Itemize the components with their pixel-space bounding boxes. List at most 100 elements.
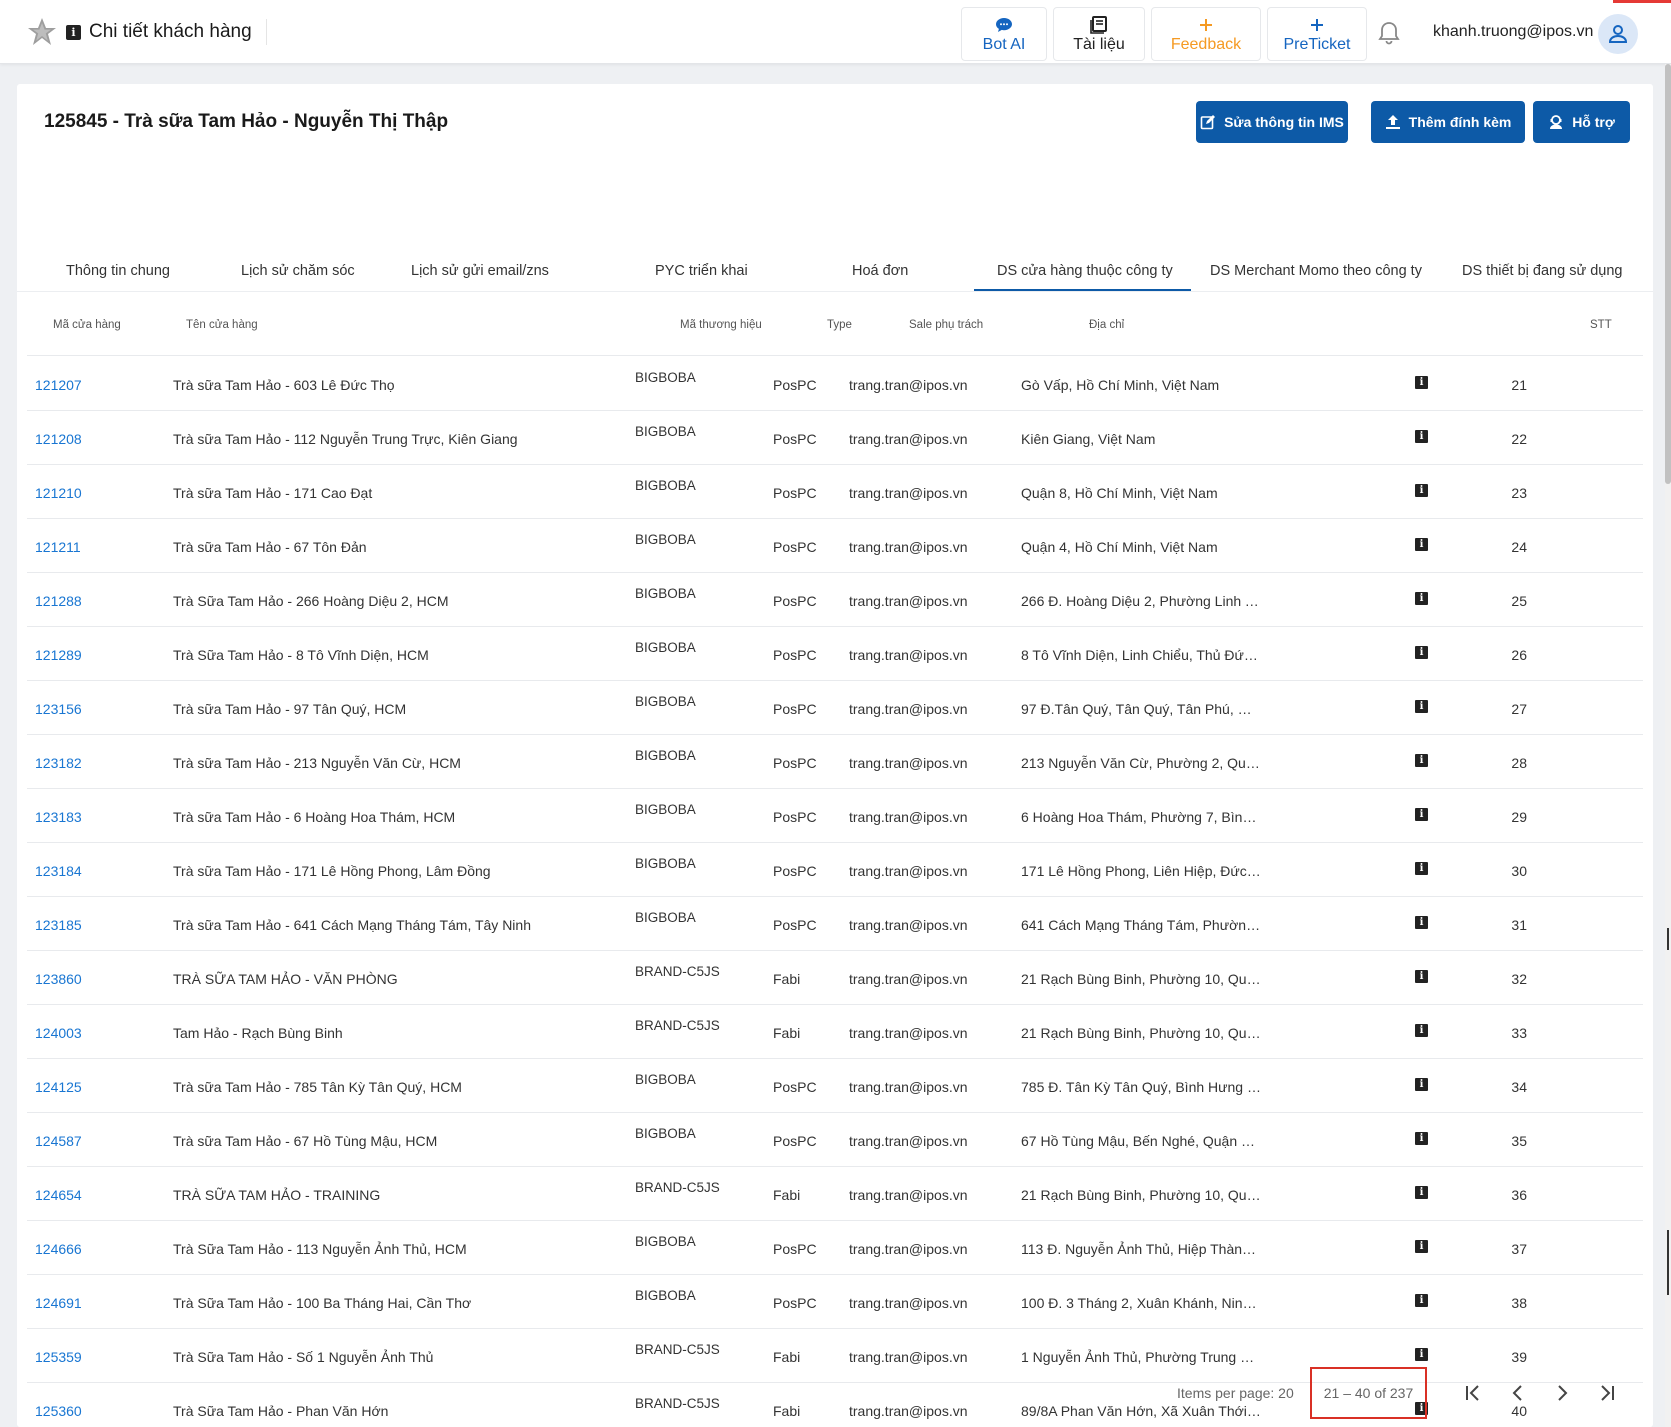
store-type: PosPC <box>773 593 817 609</box>
top-accent-bar <box>1613 0 1671 3</box>
info-icon[interactable]: i <box>1415 484 1428 497</box>
table-row[interactable]: 121289 Trà Sữa Tam Hảo - 8 Tô Vĩnh Diện, … <box>27 627 1643 681</box>
first-page-button[interactable] <box>1460 1380 1486 1406</box>
table-row[interactable]: 121211 Trà sữa Tam Hảo - 67 Tôn Đản BIGBOB… <box>27 519 1643 573</box>
store-code-link[interactable]: 121210 <box>35 485 82 501</box>
table-row[interactable]: 123184 Trà sữa Tam Hảo - 171 Lê Hồng Phon… <box>27 843 1643 897</box>
tab-general-info[interactable]: Thông tin chung <box>66 263 170 279</box>
logo-star-icon[interactable] <box>26 16 58 48</box>
tab-care-history[interactable]: Lịch sử chăm sóc <box>241 263 355 279</box>
table-row[interactable]: 123183 Trà sữa Tam Hảo - 6 Hoàng Hoa Thám… <box>27 789 1643 843</box>
table-row[interactable]: 121208 Trà sữa Tam Hảo - 112 Nguyễn Trung… <box>27 411 1643 465</box>
bot-ai-button[interactable]: Bot AI <box>961 7 1047 61</box>
info-icon[interactable]: i <box>1415 1024 1428 1037</box>
info-icon[interactable]: i <box>1415 916 1428 929</box>
store-name: Trà Sữa Tam Hảo - 8 Tô Vĩnh Diện, HCM <box>173 647 429 663</box>
store-code-link[interactable]: 123183 <box>35 809 82 825</box>
info-icon[interactable]: i <box>1415 700 1428 713</box>
col-brand-code[interactable]: Mã thương hiệu <box>680 319 762 331</box>
table-row[interactable]: 124125 Trà sữa Tam Hảo - 785 Tân Kỳ Tân Q… <box>27 1059 1643 1113</box>
user-email[interactable]: khanh.truong@ipos.vn <box>1433 23 1593 41</box>
edit-ims-button[interactable]: Sửa thông tin IMS <box>1196 101 1348 143</box>
info-icon[interactable]: i <box>1415 376 1428 389</box>
store-code-link[interactable]: 124654 <box>35 1187 82 1203</box>
table-row[interactable]: 123185 Trà sữa Tam Hảo - 641 Cách Mạng Th… <box>27 897 1643 951</box>
tab-pyc-deployment[interactable]: PYC triển khai <box>655 263 748 279</box>
next-page-button[interactable] <box>1549 1380 1575 1406</box>
table-row[interactable]: 124654 TRÀ SỮA TAM HẢO - TRAINING BRAND-C5… <box>27 1167 1643 1221</box>
info-icon[interactable]: i <box>1415 592 1428 605</box>
tab-email-history[interactable]: Lịch sử gửi email/zns <box>411 263 549 279</box>
info-icon[interactable]: i <box>1415 1078 1428 1091</box>
table-row[interactable]: 121207 Trà sữa Tam Hảo - 603 Lê Đức Thọ BI… <box>27 357 1643 411</box>
col-type[interactable]: Type <box>827 319 852 331</box>
bell-icon[interactable] <box>1376 20 1402 46</box>
brand-code: BIGBOBA <box>635 1288 696 1303</box>
prev-page-button[interactable] <box>1505 1380 1531 1406</box>
support-button[interactable]: Hỗ trợ <box>1533 101 1630 143</box>
info-icon[interactable]: i <box>1415 862 1428 875</box>
store-code-link[interactable]: 121211 <box>35 539 81 555</box>
store-code-link[interactable]: 123182 <box>35 755 82 771</box>
store-code-link[interactable]: 124003 <box>35 1025 82 1041</box>
info-icon[interactable]: i <box>1415 1132 1428 1145</box>
store-code-link[interactable]: 121288 <box>35 593 82 609</box>
table-row[interactable]: 121210 Trà sữa Tam Hảo - 171 Cao Đạt BIGBO… <box>27 465 1643 519</box>
scrollbar-thumb[interactable] <box>1665 64 1671 484</box>
col-stt[interactable]: STT <box>1590 319 1612 331</box>
avatar[interactable] <box>1598 14 1638 54</box>
table-row[interactable]: 123156 Trà sữa Tam Hảo - 97 Tân Quý, HCM B… <box>27 681 1643 735</box>
store-code-link[interactable]: 123860 <box>35 971 82 987</box>
info-icon[interactable]: i <box>1415 1294 1428 1307</box>
feedback-button[interactable]: Feedback <box>1151 7 1261 61</box>
info-icon[interactable]: i <box>1415 1186 1428 1199</box>
col-store-name[interactable]: Tên cửa hàng <box>186 319 258 331</box>
store-code-link[interactable]: 123185 <box>35 917 82 933</box>
tab-momo-merchants[interactable]: DS Merchant Momo theo công ty <box>1210 263 1422 279</box>
tab-devices[interactable]: DS thiết bị đang sử dụng <box>1462 263 1622 279</box>
col-store-code[interactable]: Mã cửa hàng <box>53 319 121 331</box>
preticket-label: PreTicket <box>1283 36 1351 53</box>
tab-company-stores[interactable]: DS cửa hàng thuộc công ty <box>997 263 1173 279</box>
sale-email: trang.tran@ipos.vn <box>849 593 968 609</box>
store-code-link[interactable]: 123184 <box>35 863 82 879</box>
store-code-link[interactable]: 121207 <box>35 377 82 393</box>
store-name: TRÀ SỮA TAM HẢO - VĂN PHÒNG <box>173 971 398 987</box>
col-address[interactable]: Địa chỉ <box>1089 319 1124 331</box>
info-icon[interactable]: i <box>1415 754 1428 767</box>
table-row[interactable]: 124587 Trà sữa Tam Hảo - 67 Hồ Tùng Mậu, … <box>27 1113 1643 1167</box>
info-icon[interactable]: i <box>1415 1348 1428 1361</box>
info-icon[interactable]: i <box>1415 646 1428 659</box>
store-address: 100 Đ. 3 Tháng 2, Xuân Khánh, Ninh Ki... <box>1021 1295 1261 1311</box>
table-row[interactable]: 123182 Trà sữa Tam Hảo - 213 Nguyễn Văn C… <box>27 735 1643 789</box>
col-sale[interactable]: Sale phụ trách <box>909 319 983 331</box>
store-code-link[interactable]: 124666 <box>35 1241 82 1257</box>
chevron-left-icon <box>1512 1385 1522 1401</box>
tab-invoices[interactable]: Hoá đơn <box>852 263 908 279</box>
table-row[interactable]: 124691 Trà Sữa Tam Hảo - 100 Ba Tháng Hai… <box>27 1275 1643 1329</box>
store-code-link[interactable]: 123156 <box>35 701 82 717</box>
store-code-link[interactable]: 124691 <box>35 1295 82 1311</box>
table-row[interactable]: 124003 Tam Hảo - Rạch Bùng Binh BRAND-C5JS… <box>27 1005 1643 1059</box>
store-address: 6 Hoàng Hoa Thám, Phường 7, Bình Th... <box>1021 809 1261 825</box>
store-code-link[interactable]: 121289 <box>35 647 82 663</box>
info-icon[interactable]: i <box>1415 430 1428 443</box>
info-icon[interactable]: i <box>1415 808 1428 821</box>
store-code-link[interactable]: 124587 <box>35 1133 82 1149</box>
preticket-button[interactable]: PreTicket <box>1267 7 1367 61</box>
info-icon[interactable]: i <box>1415 970 1428 983</box>
info-icon[interactable]: i <box>1415 1240 1428 1253</box>
store-code-link[interactable]: 121208 <box>35 431 82 447</box>
tai-lieu-button[interactable]: Tài liệu <box>1053 7 1145 61</box>
table-row[interactable]: 121288 Trà Sữa Tam Hảo - 266 Hoàng Diệu 2… <box>27 573 1643 627</box>
add-attachment-button[interactable]: Thêm đính kèm <box>1371 101 1525 143</box>
table-row[interactable]: 123860 TRÀ SỮA TAM HẢO - VĂN PHÒNG BRAND-C… <box>27 951 1643 1005</box>
info-icon[interactable]: i <box>1415 538 1428 551</box>
store-code-link[interactable]: 124125 <box>35 1079 82 1095</box>
store-type: PosPC <box>773 1133 817 1149</box>
store-name: Trà sữa Tam Hảo - 67 Hồ Tùng Mậu, HCM <box>173 1133 438 1149</box>
table-row[interactable]: 124666 Trà Sữa Tam Hảo - 113 Nguyễn Ảnh T… <box>27 1221 1643 1275</box>
brand-code: BIGBOBA <box>635 856 696 871</box>
items-per-page-label[interactable]: Items per page: 20 <box>1177 1385 1294 1401</box>
last-page-button[interactable] <box>1594 1380 1620 1406</box>
